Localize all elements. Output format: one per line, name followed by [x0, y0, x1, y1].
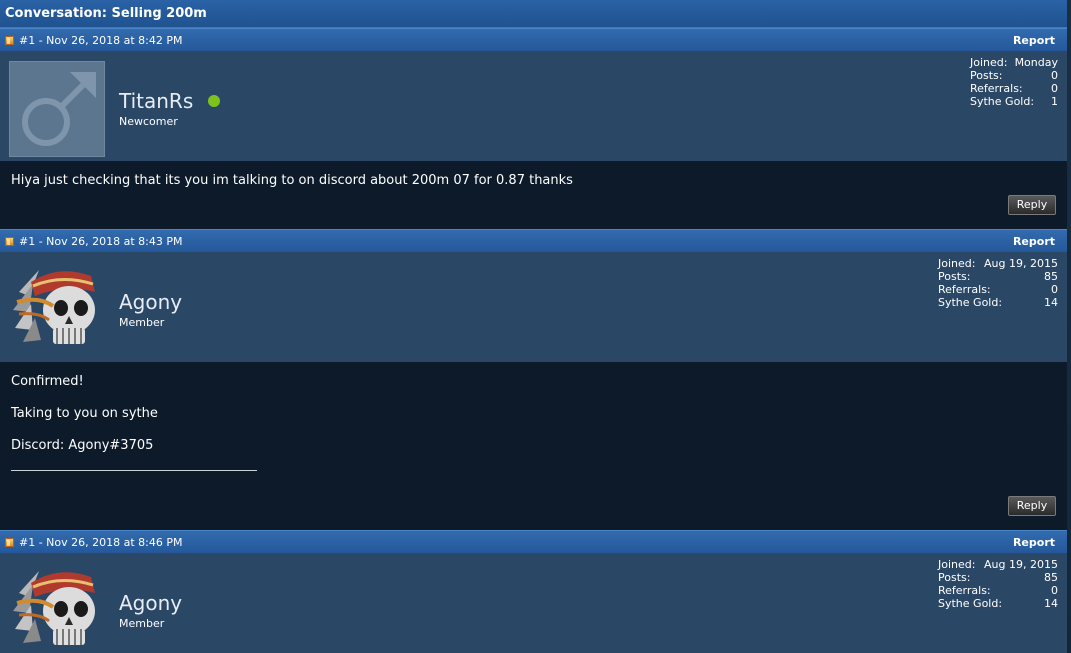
author-bar: Agony Member Joined: Aug 19, 2015 Posts: 8…: [0, 553, 1067, 653]
stat-posts: Posts: 85: [938, 270, 1058, 283]
post-body: Confirmed! Taking to you on sythe Discor…: [0, 362, 1067, 529]
post-1: #1 - Nov 26, 2018 at 8:42 PM Report Tita…: [0, 28, 1067, 228]
reply-button[interactable]: Reply: [1008, 195, 1056, 215]
author-bar: TitanRs Newcomer Joined: Monday Posts: 0 R…: [0, 51, 1067, 161]
report-link[interactable]: Report: [1013, 235, 1055, 248]
signature-divider: [11, 470, 257, 471]
post-header: #1 - Nov 26, 2018 at 8:42 PM Report: [0, 28, 1067, 51]
page-edge: [1067, 0, 1071, 653]
user-stats: Joined: Aug 19, 2015 Posts: 85 Referrals: 0…: [938, 257, 1058, 309]
report-link[interactable]: Report: [1013, 536, 1055, 549]
stat-joined: Joined: Aug 19, 2015: [938, 257, 1058, 270]
skull-headdress-icon: [13, 270, 95, 344]
stat-sythe-gold: Sythe Gold: 14: [938, 597, 1058, 610]
message-text: Confirmed!: [11, 374, 84, 389]
post-icon: [5, 36, 14, 45]
username[interactable]: Agony: [119, 290, 182, 314]
stat-sythe-gold: Sythe Gold: 14: [938, 296, 1058, 309]
conversation-title: Conversation: Selling 200m: [0, 0, 1071, 28]
post-3: #1 - Nov 26, 2018 at 8:46 PM Report Agon…: [0, 530, 1067, 653]
user-stats: Joined: Monday Posts: 0 Referrals: 0 Sythe …: [970, 56, 1058, 108]
post-2: #1 - Nov 26, 2018 at 8:43 PM Report Agon…: [0, 229, 1067, 529]
stat-referrals: Referrals: 0: [938, 584, 1058, 597]
post-icon: [5, 237, 14, 246]
avatar[interactable]: [9, 262, 105, 358]
user-rank: Member: [119, 316, 165, 329]
post-header: #1 - Nov 26, 2018 at 8:43 PM Report: [0, 229, 1067, 252]
reply-button[interactable]: Reply: [1008, 496, 1056, 516]
avatar[interactable]: [9, 563, 105, 653]
user-rank: Member: [119, 617, 165, 630]
post-permalink[interactable]: #1 - Nov 26, 2018 at 8:43 PM: [19, 235, 183, 248]
user-stats: Joined: Aug 19, 2015 Posts: 85 Referrals: 0…: [938, 558, 1058, 610]
message-text: Hiya just checking that its you im talki…: [11, 173, 573, 188]
username[interactable]: TitanRs: [119, 89, 193, 113]
username[interactable]: Agony: [119, 591, 182, 615]
post-permalink[interactable]: #1 - Nov 26, 2018 at 8:42 PM: [19, 34, 183, 47]
author-bar: Agony Member Joined: Aug 19, 2015 Posts: 8…: [0, 252, 1067, 362]
post-permalink[interactable]: #1 - Nov 26, 2018 at 8:46 PM: [19, 536, 183, 549]
skull-headdress-icon: [13, 571, 95, 645]
message-text: Taking to you on sythe: [11, 406, 158, 421]
stat-referrals: Referrals: 0: [938, 283, 1058, 296]
stat-referrals: Referrals: 0: [970, 82, 1058, 95]
post-header: #1 - Nov 26, 2018 at 8:46 PM Report: [0, 530, 1067, 553]
stat-posts: Posts: 85: [938, 571, 1058, 584]
conversation-page: Conversation: Selling 200m #1 - Nov 26, …: [0, 0, 1071, 653]
stat-sythe-gold: Sythe Gold: 1: [970, 95, 1058, 108]
stat-joined: Joined: Monday: [970, 56, 1058, 69]
male-symbol-icon: [22, 72, 96, 146]
report-link[interactable]: Report: [1013, 34, 1055, 47]
post-body: Hiya just checking that its you im talki…: [0, 161, 1067, 228]
stat-posts: Posts: 0: [970, 69, 1058, 82]
message-text: Discord: Agony#3705: [11, 438, 154, 453]
stat-joined: Joined: Aug 19, 2015: [938, 558, 1058, 571]
avatar[interactable]: [9, 61, 105, 157]
post-icon: [5, 538, 14, 547]
online-status-icon: [208, 95, 220, 107]
user-rank: Newcomer: [119, 115, 178, 128]
